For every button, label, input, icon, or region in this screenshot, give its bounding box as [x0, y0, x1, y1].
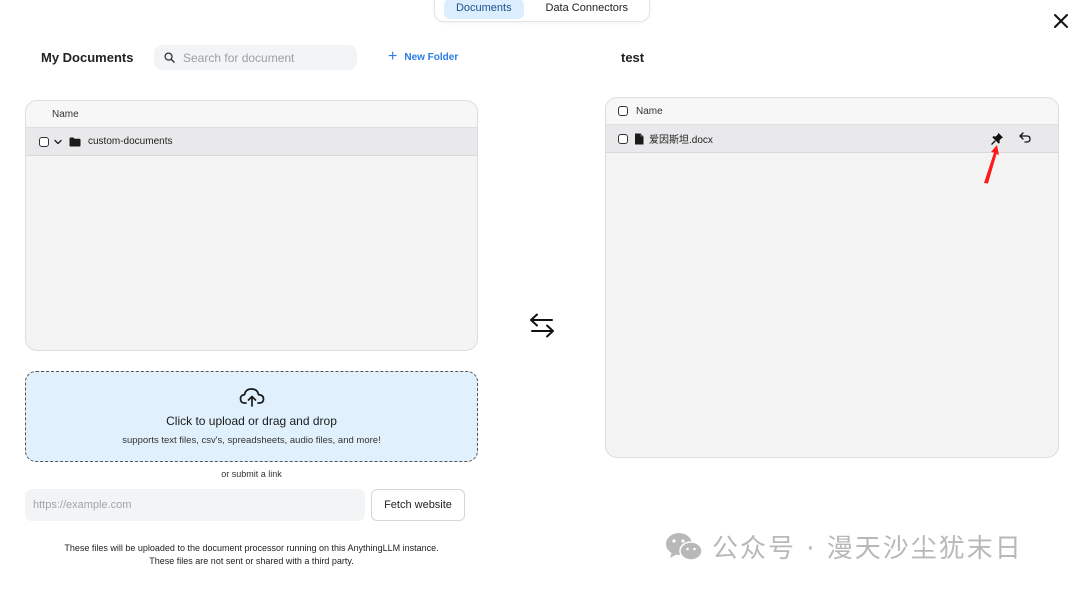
folder-name: custom-documents: [88, 136, 173, 147]
wechat-icon: [666, 532, 703, 561]
upload-title: Click to upload or drag and drop: [166, 414, 337, 428]
footnote-line-1: These files will be uploaded to the docu…: [64, 543, 439, 553]
cloud-upload-icon: [239, 388, 264, 407]
search-icon: [164, 52, 175, 63]
watermark-text: 公众号 · 漫天沙尘犹末日: [712, 534, 1023, 564]
search-box[interactable]: [154, 45, 357, 70]
or-submit-link-label: or submit a link: [221, 469, 282, 479]
tab-documents[interactable]: Documents: [443, 0, 524, 19]
tab-data-connectors[interactable]: Data Connectors: [534, 0, 641, 19]
column-name-header: Name: [636, 105, 663, 117]
chevron-down-icon[interactable]: [53, 137, 63, 147]
file-checkbox[interactable]: [618, 133, 628, 144]
folder-row[interactable]: custom-documents: [26, 128, 477, 156]
plus-icon: +: [388, 48, 398, 65]
table-header: Name: [26, 101, 477, 128]
watermark: 公众号 · 漫天沙尘犹末日: [664, 528, 1023, 565]
upload-subtitle: supports text files, csv's, spreadsheets…: [122, 435, 381, 446]
upload-dropzone[interactable]: Click to upload or drag and drop support…: [25, 371, 478, 462]
file-name: 爱因斯坦.docx: [649, 135, 713, 146]
my-documents-panel: Name custom-documents: [25, 100, 478, 351]
table-header: Name: [606, 98, 1058, 125]
transfer-arrows-icon[interactable]: [528, 312, 556, 338]
undo-icon[interactable]: [1019, 132, 1031, 143]
tab-bar: Documents Data Connectors: [434, 0, 650, 22]
close-icon[interactable]: [1052, 12, 1070, 30]
workspace-title: test: [621, 50, 645, 65]
folder-checkbox[interactable]: [39, 136, 49, 147]
new-folder-label: New Folder: [404, 51, 459, 63]
fetch-website-button[interactable]: Fetch website: [371, 489, 465, 521]
url-input[interactable]: [25, 489, 365, 521]
new-folder-button[interactable]: + New Folder: [388, 49, 458, 65]
folder-icon: [69, 137, 81, 146]
upload-footnote: These files will be uploaded to the docu…: [25, 542, 478, 568]
my-documents-title: My Documents: [41, 50, 134, 65]
document-icon: [635, 133, 644, 144]
annotation-arrow: [984, 145, 999, 184]
search-input[interactable]: [183, 50, 343, 65]
footnote-line-2: These files are not sent or shared with …: [149, 556, 354, 566]
select-all-checkbox[interactable]: [618, 106, 628, 116]
column-name-header: Name: [52, 108, 79, 120]
